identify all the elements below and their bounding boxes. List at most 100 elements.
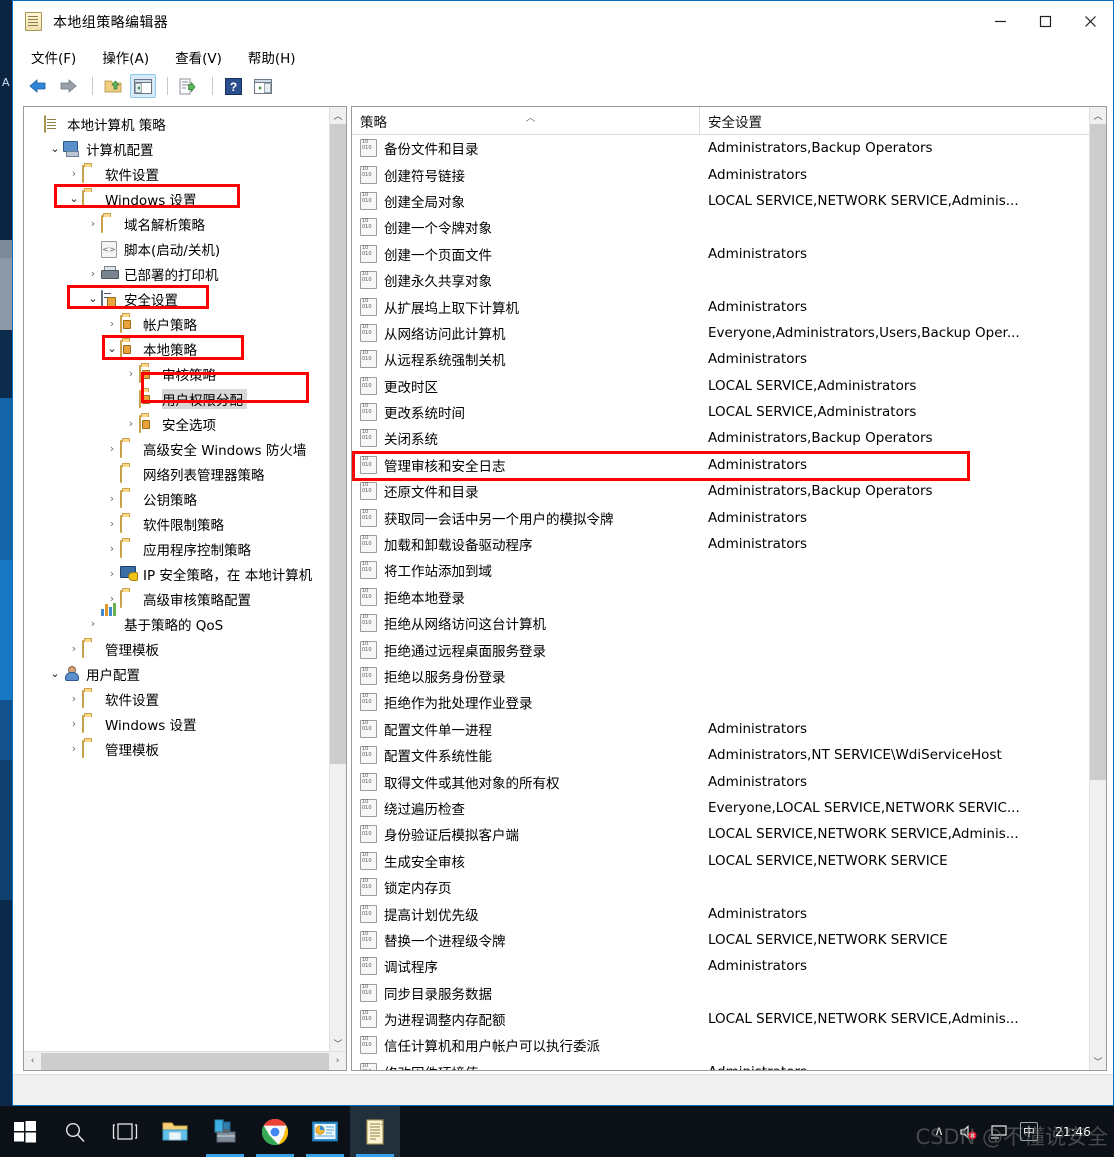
task-view-button[interactable] xyxy=(100,1106,150,1157)
tree-vertical-scrollbar[interactable]: ︿ ﹀ xyxy=(329,107,346,1052)
up-folder-icon[interactable] xyxy=(100,74,126,98)
tree-ip-security-policies[interactable]: › IP 安全策略，在 本地计算机 xyxy=(24,561,332,586)
tree-public-key-policies[interactable]: › 公钥策略 xyxy=(24,486,332,511)
chevron-down-icon[interactable]: ⌄ xyxy=(66,192,82,205)
clock[interactable]: 21:46 xyxy=(1044,1124,1106,1139)
table-row[interactable]: 信任计算机和用户帐户可以执行委派 xyxy=(352,1032,1090,1058)
column-header-policy[interactable]: 策略 ︿ xyxy=(352,107,700,134)
tree-network-list-manager[interactable]: 网络列表管理器策略 xyxy=(24,461,332,486)
table-row[interactable]: 创建全局对象 LOCAL SERVICE,NETWORK SERVICE,Admi… xyxy=(352,188,1090,214)
chevron-right-icon[interactable]: › xyxy=(66,167,82,180)
table-row[interactable]: 创建一个令牌对象 xyxy=(352,214,1090,240)
speaker-muted-icon[interactable] xyxy=(954,1106,984,1157)
table-row[interactable]: 调试程序 Administrators xyxy=(352,953,1090,979)
tree-scroll-thumb[interactable] xyxy=(330,124,346,764)
chevron-down-icon[interactable]: ⌄ xyxy=(47,142,63,155)
tree-windows-settings[interactable]: ⌄ Windows 设置 xyxy=(24,186,332,211)
column-header-security-setting[interactable]: 安全设置 xyxy=(700,107,1090,134)
table-row[interactable]: 替换一个进程级令牌 LOCAL SERVICE,NETWORK SERVICE xyxy=(352,927,1090,953)
policy-list[interactable]: 备份文件和目录 Administrators,Backup Operators 创建… xyxy=(352,135,1090,1070)
tree-horizontal-scrollbar[interactable]: ‹ › xyxy=(24,1051,346,1070)
tree-user-windows-settings[interactable]: › Windows 设置 xyxy=(24,711,332,736)
table-row[interactable]: 修改固件环境值 Administrators xyxy=(352,1059,1090,1070)
table-row[interactable]: 创建永久共享对象 xyxy=(352,267,1090,293)
chevron-right-icon[interactable]: › xyxy=(85,217,101,230)
table-row[interactable]: 拒绝作为批处理作业登录 xyxy=(352,689,1090,715)
chevron-right-icon[interactable]: › xyxy=(104,542,120,555)
tree-security-options[interactable]: › 安全选项 xyxy=(24,411,332,436)
list-vertical-scrollbar[interactable]: ︿ ﹀ xyxy=(1089,107,1106,1070)
presentation-button[interactable] xyxy=(300,1106,350,1157)
table-row[interactable]: 从扩展坞上取下计算机 Administrators xyxy=(352,293,1090,319)
chevron-right-icon[interactable]: › xyxy=(66,642,82,655)
table-row[interactable]: 还原文件和目录 Administrators,Backup Operators xyxy=(352,478,1090,504)
table-row[interactable]: 管理审核和安全日志 Administrators xyxy=(352,452,1090,478)
table-row[interactable]: 提高计划优先级 Administrators xyxy=(352,900,1090,926)
table-row[interactable]: 身份验证后模拟客户端 LOCAL SERVICE,NETWORK SERVICE,… xyxy=(352,821,1090,847)
tree-name-resolution-policy[interactable]: › 域名解析策略 xyxy=(24,211,332,236)
table-row[interactable]: 同步目录服务数据 xyxy=(352,980,1090,1006)
table-row[interactable]: 获取同一会话中另一个用户的模拟令牌 Administrators xyxy=(352,504,1090,530)
tree-software-restriction-policies[interactable]: › 软件限制策略 xyxy=(24,511,332,536)
tree-user-rights-assignment[interactable]: 用户权限分配 xyxy=(24,386,332,411)
tree-hscroll-thumb[interactable] xyxy=(41,1052,329,1070)
tree-scroll-down-button[interactable]: ﹀ xyxy=(330,1035,346,1052)
help-icon[interactable]: ? xyxy=(220,74,246,98)
start-button[interactable] xyxy=(0,1106,50,1157)
chevron-right-icon[interactable]: › xyxy=(66,717,82,730)
tree-audit-policy[interactable]: › 审核策略 xyxy=(24,361,332,386)
chevron-right-icon[interactable]: › xyxy=(66,692,82,705)
tree-scripts[interactable]: <> 脚本(启动/关机) xyxy=(24,236,332,261)
app-toolbox-button[interactable] xyxy=(200,1106,250,1157)
table-row[interactable]: 拒绝本地登录 xyxy=(352,584,1090,610)
chevron-right-icon[interactable]: › xyxy=(123,367,139,380)
table-row[interactable]: 更改系统时间 LOCAL SERVICE,Administrators xyxy=(352,399,1090,425)
list-scroll-thumb[interactable] xyxy=(1090,124,1106,780)
chevron-right-icon[interactable]: › xyxy=(85,267,101,280)
policy-tree[interactable]: 本地计算机 策略 ⌄ 计算机配置 › 软件设置 ⌄ Windows 设置 › 域名解析策略 <> 脚… xyxy=(24,107,332,1052)
monitor-icon[interactable] xyxy=(984,1106,1014,1157)
table-row[interactable]: 加载和卸载设备驱动程序 Administrators xyxy=(352,531,1090,557)
table-row[interactable]: 配置文件单一进程 Administrators xyxy=(352,716,1090,742)
tree-advanced-audit-policy[interactable]: › 高级审核策略配置 xyxy=(24,586,332,611)
back-icon[interactable] xyxy=(25,74,51,98)
tree-software-settings[interactable]: › 软件设置 xyxy=(24,161,332,186)
show-details-icon[interactable] xyxy=(250,74,276,98)
export-list-icon[interactable] xyxy=(175,74,201,98)
table-row[interactable]: 生成安全审核 LOCAL SERVICE,NETWORK SERVICE xyxy=(352,848,1090,874)
tree-user-configuration[interactable]: ⌄ 用户配置 xyxy=(24,661,332,686)
close-button[interactable] xyxy=(1068,1,1113,42)
table-row[interactable]: 配置文件系统性能 Administrators,NT SERVICE\WdiSer… xyxy=(352,742,1090,768)
tree-computer-configuration[interactable]: ⌄ 计算机配置 xyxy=(24,136,332,161)
chevron-down-icon[interactable]: ⌄ xyxy=(47,667,63,680)
chevron-right-icon[interactable]: › xyxy=(66,742,82,755)
table-row[interactable]: 更改时区 LOCAL SERVICE,Administrators xyxy=(352,373,1090,399)
tree-application-control-policies[interactable]: › 应用程序控制策略 xyxy=(24,536,332,561)
menu-action[interactable]: 操作(A) xyxy=(102,47,149,67)
tree-admin-templates-computer[interactable]: › 管理模板 xyxy=(24,636,332,661)
chevron-right-icon[interactable]: › xyxy=(104,317,120,330)
table-row[interactable]: 拒绝以服务身份登录 xyxy=(352,663,1090,689)
tree-windows-firewall[interactable]: › 高级安全 Windows 防火墙 xyxy=(24,436,332,461)
minimize-button[interactable] xyxy=(978,1,1023,42)
tree-policy-based-qos[interactable]: › 基于策略的 QoS xyxy=(24,602,332,636)
show-hide-tree-icon[interactable] xyxy=(130,74,156,98)
forward-icon[interactable] xyxy=(55,74,81,98)
tree-local-policies[interactable]: ⌄ 本地策略 xyxy=(24,336,332,361)
chrome-button[interactable] xyxy=(250,1106,300,1157)
tree-security-settings[interactable]: ⌄ 安全设置 xyxy=(24,286,332,311)
chevron-right-icon[interactable]: › xyxy=(85,617,101,630)
table-row[interactable]: 拒绝通过远程桌面服务登录 xyxy=(352,636,1090,662)
table-row[interactable]: 锁定内存页 xyxy=(352,874,1090,900)
chevron-right-icon[interactable]: › xyxy=(123,417,139,430)
table-row[interactable]: 创建一个页面文件 Administrators xyxy=(352,241,1090,267)
list-scroll-up-button[interactable]: ︿ xyxy=(1090,107,1106,124)
maximize-button[interactable] xyxy=(1023,1,1068,42)
tree-scroll-left-button[interactable]: ‹ xyxy=(24,1053,41,1070)
chevron-right-icon[interactable]: › xyxy=(104,492,120,505)
menu-file[interactable]: 文件(F) xyxy=(31,47,76,67)
search-button[interactable] xyxy=(50,1106,100,1157)
chevron-down-icon[interactable]: ⌄ xyxy=(85,292,101,305)
chevron-right-icon[interactable]: › xyxy=(104,442,120,455)
menu-help[interactable]: 帮助(H) xyxy=(248,47,296,67)
